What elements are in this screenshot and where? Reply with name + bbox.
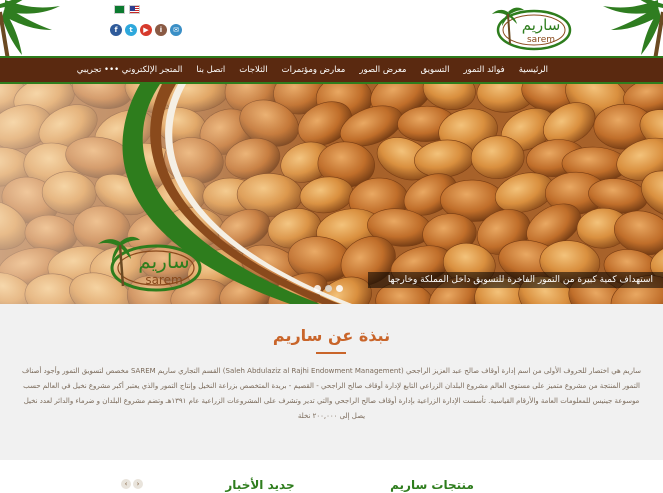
- hero-caption: استهداف كمية كبيرة من التمور الفاخرة للت…: [368, 272, 663, 288]
- about-title: نبذة عن ساريم: [272, 326, 391, 345]
- palm-tree-right-icon: [603, 0, 663, 60]
- about-text: ساريم هي اختصار للحروف الأولى من اسم إدا…: [22, 367, 641, 420]
- nav-item-marketing[interactable]: التسويق: [413, 58, 456, 82]
- instagram-icon[interactable]: i: [155, 24, 167, 36]
- arabic-flag-icon[interactable]: [114, 5, 125, 14]
- language-switcher: [114, 5, 140, 14]
- nav-item-online-store[interactable]: المتجر الإلكتروني ••• تجريبي: [70, 58, 190, 82]
- nav-item-home[interactable]: الرئيسية: [512, 58, 555, 82]
- facebook-icon[interactable]: f: [110, 24, 122, 36]
- about-section: نبذة عن ساريم ساريم هي اختصار للحروف الأ…: [0, 304, 663, 460]
- svg-text:sarem: sarem: [527, 35, 555, 45]
- site-header: f t ▶ i ✉ ساريم sarem: [0, 0, 663, 60]
- hero-sarem-logo: ساريم sarem: [98, 236, 202, 292]
- palm-tree-left-icon: [0, 0, 60, 60]
- email-icon[interactable]: ✉: [170, 24, 182, 36]
- nav-menu: الرئيسية فوائد التمور التسويق معرض الصور…: [70, 58, 555, 82]
- nav-item-contact[interactable]: اتصل بنا: [189, 58, 232, 82]
- news-title: جديد الأخبار: [225, 478, 295, 492]
- youtube-icon[interactable]: ▶: [140, 24, 152, 36]
- bottom-sections: منتجات ساريم جديد الأخبار ‹ ›: [0, 460, 663, 493]
- sarem-logo[interactable]: ساريم sarem: [490, 4, 572, 52]
- title-divider: [316, 352, 346, 354]
- nav-item-exhibitions[interactable]: معارض ومؤتمرات: [275, 58, 353, 82]
- english-flag-icon[interactable]: [129, 5, 140, 14]
- nav-item-refrigerators[interactable]: الثلاجات: [232, 58, 274, 82]
- svg-text:ساريم: ساريم: [522, 16, 561, 34]
- slider-dot[interactable]: [314, 285, 321, 292]
- news-next-arrow-icon[interactable]: ›: [133, 479, 143, 489]
- social-links: f t ▶ i ✉: [110, 24, 182, 36]
- svg-text:sarem: sarem: [145, 273, 182, 287]
- hero-slider: ساريم sarem استهداف كمية كبيرة من التمور…: [0, 84, 663, 304]
- nav-item-date-benefits[interactable]: فوائد التمور: [456, 58, 511, 82]
- products-title: منتجات ساريم: [390, 478, 474, 492]
- news-prev-arrow-icon[interactable]: ‹: [121, 479, 131, 489]
- slider-dot[interactable]: [336, 285, 343, 292]
- nav-item-gallery[interactable]: معرض الصور: [352, 58, 413, 82]
- main-navigation: الرئيسية فوائد التمور التسويق معرض الصور…: [0, 56, 663, 84]
- slider-dot-active[interactable]: [325, 285, 332, 292]
- twitter-icon[interactable]: t: [125, 24, 137, 36]
- slider-dots: [314, 285, 343, 292]
- svg-text:ساريم: ساريم: [138, 249, 189, 273]
